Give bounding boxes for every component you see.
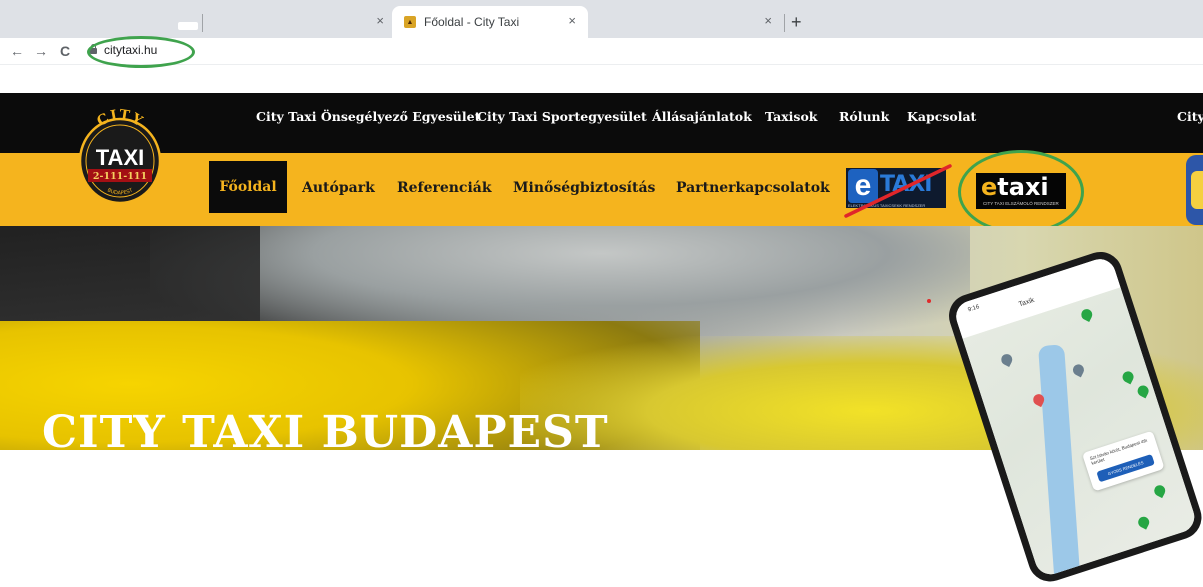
edge-badge-icon[interactable]: [1186, 155, 1203, 225]
forward-arrow-icon[interactable]: →: [30, 43, 52, 59]
topnav-item-kapcsolat[interactable]: Kapcsolat: [907, 109, 976, 124]
close-tab-icon[interactable]: ×: [568, 12, 576, 30]
mainnav-item-referenciak[interactable]: Referenciák: [397, 180, 492, 196]
reload-icon[interactable]: C: [54, 43, 76, 59]
phone-order-card: Szt.István körút, Budapest 4th kerület G…: [1081, 430, 1165, 492]
topnav-item-taxisok[interactable]: Taxisok: [765, 109, 817, 124]
topnav-item-truncated[interactable]: City: [1177, 109, 1203, 124]
topnav-item-sportegyesulet[interactable]: City Taxi Sportegyesület: [477, 109, 647, 124]
etaxi-highlight-circle: [958, 150, 1084, 234]
tab-separator: [784, 14, 785, 32]
city-taxi-favicon-icon: ▲: [404, 16, 416, 28]
map-pin-icon: [1120, 369, 1136, 385]
mainnav-item-fooldal[interactable]: Főoldal: [209, 161, 287, 213]
map-pin-icon: [1135, 383, 1151, 399]
red-dot: [927, 299, 931, 303]
close-tab-icon[interactable]: ×: [376, 12, 384, 30]
mainnav-item-autopark[interactable]: Autópark: [302, 180, 375, 196]
map-pin-icon: [999, 352, 1015, 367]
topnav-item-rolunk[interactable]: Rólunk: [839, 109, 889, 124]
back-arrow-icon[interactable]: ←: [6, 43, 28, 59]
logo-middle-text: TAXI: [96, 145, 144, 170]
browser-tab-2[interactable]: ×: [204, 6, 394, 38]
map-river: [1038, 344, 1081, 579]
top-navigation-bar: City Taxi Önsegélyező Egyesület City Tax…: [0, 93, 1203, 153]
map-pin-icon: [1152, 483, 1168, 499]
topnav-item-allasajanlatok[interactable]: Állásajánlatok: [652, 109, 752, 124]
hero-title: CITY TAXI BUDAPEST: [42, 407, 609, 458]
mainnav-item-partnerkapcsolatok[interactable]: Partnerkapcsolatok: [676, 180, 830, 196]
map-pin-icon: [1136, 514, 1152, 530]
logo-phone-text: 2-111-111: [93, 171, 147, 182]
active-tab-title: Főoldal - City Taxi: [424, 15, 520, 29]
browser-tab-1[interactable]: [0, 6, 200, 38]
browser-tab-active[interactable]: ▲ Főoldal - City Taxi ×: [392, 6, 588, 38]
map-pin-icon: [1071, 362, 1086, 378]
phone-app-title: Taxik: [1017, 296, 1036, 309]
red-strike-line: [844, 164, 952, 218]
new-tab-button[interactable]: +: [791, 12, 802, 32]
browser-tab-strip: × ▲ Főoldal - City Taxi × × +: [0, 0, 1203, 38]
phone-screen: 9:16 Taxik Szt.István körút, Budapest 4t…: [952, 255, 1199, 579]
map-pin-icon: [1079, 307, 1095, 323]
mainnav-item-minosegbiztositas[interactable]: Minőségbiztosítás: [513, 180, 655, 196]
tab-separator: [202, 14, 203, 32]
phone-map: Szt.István körút, Budapest 4th kerület G…: [962, 287, 1199, 579]
close-tab-icon[interactable]: ×: [764, 12, 772, 30]
redacted-tab-title: [178, 22, 198, 30]
city-taxi-logo[interactable]: CITY TAXI 2-111-111 BUDAPEST: [78, 107, 162, 207]
browser-tab-4[interactable]: ×: [592, 6, 782, 38]
url-highlight-circle: [87, 36, 195, 68]
phone-time: 9:16: [967, 304, 981, 314]
topnav-item-onsegelyezo[interactable]: City Taxi Önsegélyező Egyesület: [256, 109, 480, 124]
hero-bg-glass: [150, 226, 970, 336]
